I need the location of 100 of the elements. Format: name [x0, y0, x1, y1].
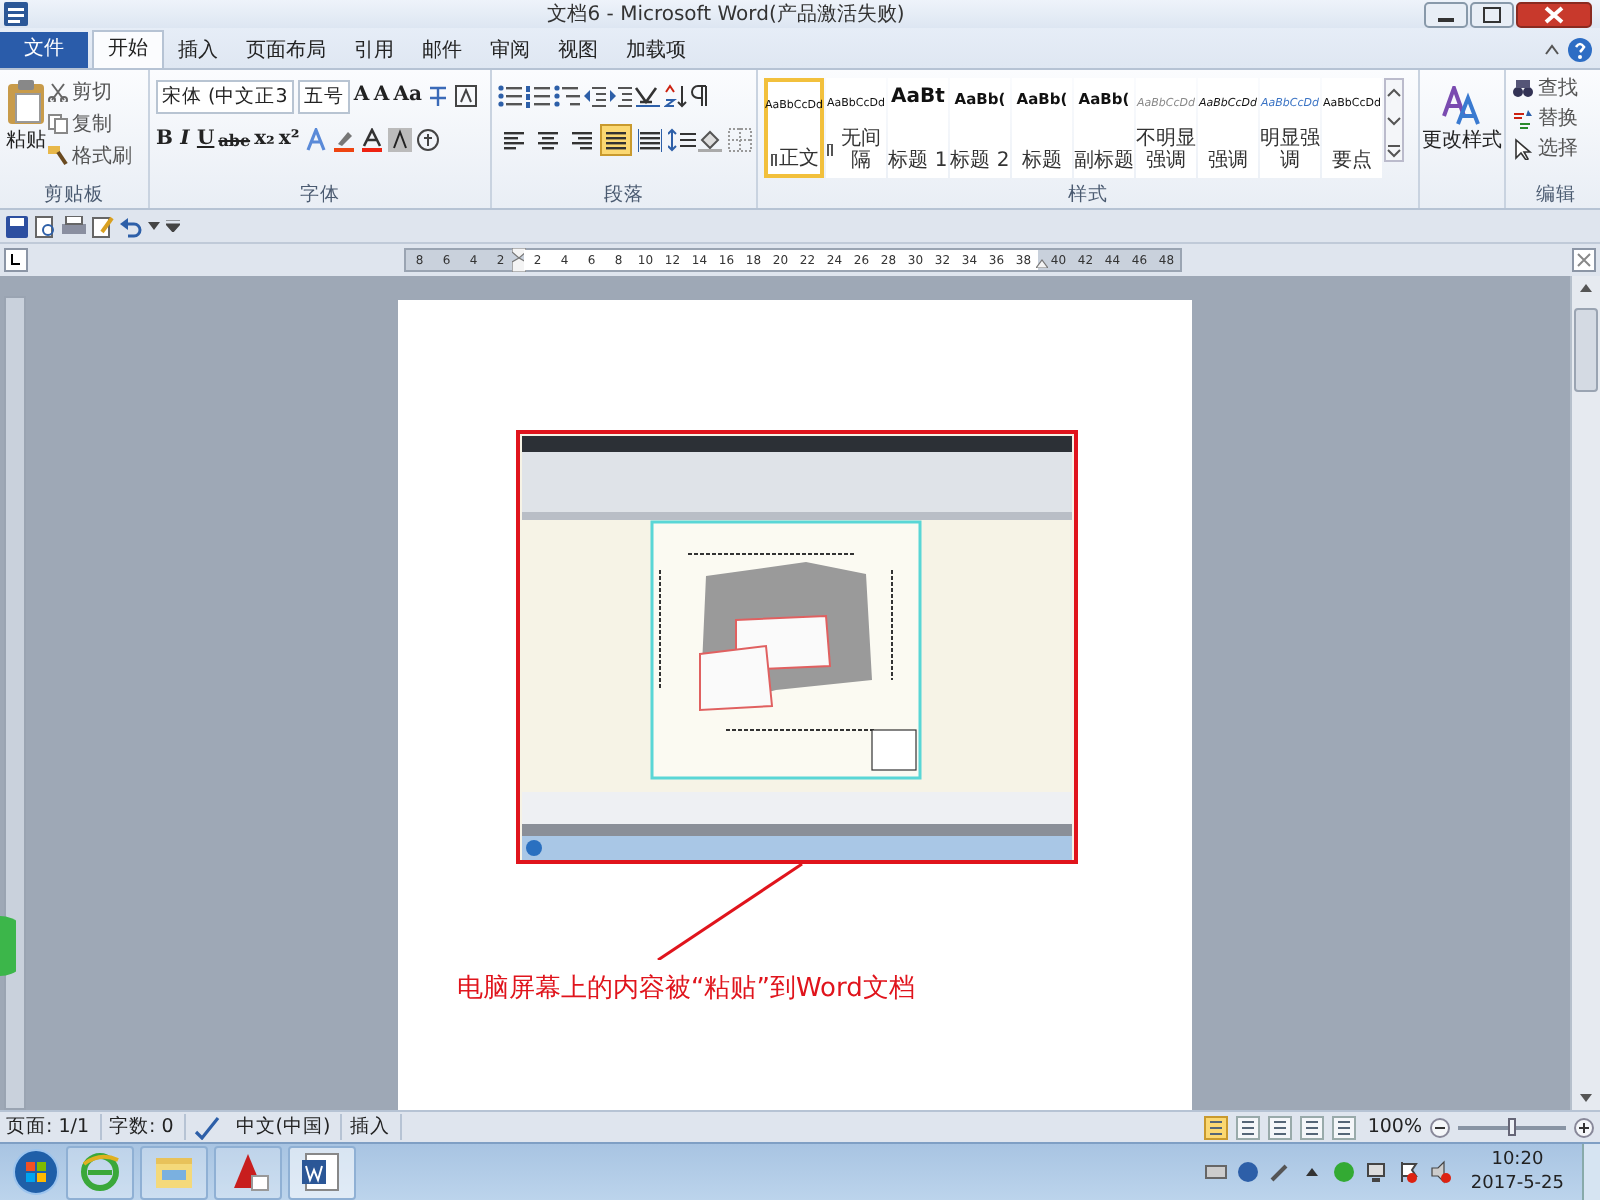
group-label: 剪贴板 [44, 184, 104, 206]
format-button[interactable]: x₂ [254, 126, 275, 154]
reading-layout-icon[interactable] [1235, 1115, 1260, 1139]
web-layout-icon[interactable] [1267, 1115, 1292, 1139]
ribbon-tab[interactable]: 引用 [340, 34, 408, 68]
editing-button[interactable]: 查找 [1512, 74, 1600, 102]
char-border-icon[interactable] [454, 84, 479, 108]
numbering-icon[interactable] [526, 84, 552, 108]
keyboard-icon[interactable] [1204, 1160, 1229, 1184]
proofing-icon[interactable] [193, 1115, 222, 1139]
network-icon[interactable] [1364, 1160, 1389, 1184]
increase-indent-icon[interactable] [608, 84, 632, 108]
line-spacing-icon[interactable] [668, 128, 696, 152]
letters-icon [1442, 86, 1482, 126]
shading-icon[interactable] [698, 128, 726, 152]
annotation-text: 电脑屏幕上的内容被“粘贴”到Word文档 [457, 972, 917, 1006]
paragraph-mark-icon[interactable] [690, 84, 710, 108]
bullets-icon[interactable] [498, 84, 524, 108]
group-label: 段落 [604, 184, 644, 206]
save-icon[interactable] [6, 215, 28, 237]
ribbon-tab[interactable]: 视图 [544, 34, 612, 68]
clipboard-button[interactable]: 复制 [48, 110, 132, 138]
editing-button[interactable]: 选择 [1512, 134, 1600, 162]
clock-date[interactable]: 2017-5-25 [1470, 1172, 1564, 1196]
font-color-icon[interactable] [359, 128, 384, 152]
align-center-icon [536, 128, 560, 152]
replace-icon [1512, 107, 1534, 129]
align-left-icon [502, 128, 526, 152]
align-right-icon [570, 128, 594, 152]
dropdown-icon[interactable] [148, 222, 160, 230]
minimize-icon[interactable] [1424, 1, 1468, 27]
ribbon-tab[interactable]: 页面布局 [232, 34, 340, 68]
format-button[interactable]: U [196, 126, 215, 154]
enclose-char-icon[interactable] [415, 128, 440, 152]
zoom-level[interactable]: 100% [1367, 1116, 1422, 1138]
highlight-icon[interactable] [331, 128, 356, 152]
ribbon-tab[interactable]: 插入 [164, 34, 232, 68]
indent-marker-icon[interactable] [512, 248, 526, 272]
ribbon-tab[interactable]: 加载项 [612, 34, 700, 68]
print-icon[interactable] [62, 215, 86, 237]
view-ruler-icon[interactable] [1572, 248, 1596, 272]
shrink-font-button[interactable]: A [373, 82, 390, 110]
file-tab[interactable]: 文件 [0, 32, 88, 68]
outline-icon[interactable] [1299, 1115, 1324, 1139]
sort-icon[interactable] [664, 84, 688, 108]
phonetic-icon[interactable] [426, 84, 451, 108]
grow-font-button[interactable]: A [353, 82, 370, 110]
clipboard-button[interactable]: 剪切 [48, 78, 132, 106]
format-button[interactable]: abe [218, 126, 251, 154]
clock-time[interactable]: 10:20 [1470, 1148, 1564, 1172]
binoculars-icon [1512, 77, 1534, 99]
zoom-out-icon[interactable] [1430, 1117, 1450, 1137]
ribbon-tab[interactable]: 开始 [92, 30, 164, 68]
format-button[interactable]: B [156, 126, 173, 154]
change-case-button[interactable]: Aa [393, 82, 423, 110]
format-button[interactable]: x² [278, 126, 300, 154]
clipboard-button[interactable]: 格式刷 [48, 142, 132, 170]
close-icon[interactable] [1516, 1, 1592, 27]
status-item[interactable]: 页面: 1/1 [6, 1114, 102, 1140]
vertical-scrollbar[interactable] [1570, 276, 1600, 1110]
customize-icon[interactable] [166, 220, 180, 232]
char-shading-icon[interactable] [387, 128, 412, 152]
print-preview-icon[interactable] [34, 215, 56, 237]
style-item[interactable]: AaBt 标题 1 [888, 78, 948, 178]
pen-icon[interactable] [1268, 1160, 1293, 1184]
status-item[interactable]: 插入 [350, 1114, 403, 1140]
window-title: 文档6 - Microsoft Word(产品激活失败) [545, 1, 907, 28]
gallery-scroll-icon[interactable] [1384, 78, 1404, 162]
format-button[interactable]: I [176, 126, 193, 154]
multilevel-list-icon[interactable] [554, 84, 580, 108]
maximize-icon[interactable] [1470, 1, 1514, 27]
flag-icon[interactable] [1396, 1160, 1421, 1184]
brush-icon [48, 146, 68, 166]
taskbar-app[interactable] [288, 1145, 356, 1199]
edit-document-icon[interactable] [92, 215, 114, 237]
collapse-ribbon-icon[interactable] [1544, 42, 1560, 58]
scroll-thumb[interactable] [1574, 308, 1598, 392]
start-orb-icon[interactable] [12, 1148, 60, 1196]
ribbon-tab[interactable]: 审阅 [476, 34, 544, 68]
tab-selector-icon[interactable] [4, 248, 28, 272]
editing-button[interactable]: 替换 [1512, 104, 1600, 132]
zoom-slider-thumb[interactable] [1508, 1117, 1516, 1135]
taskbar-app[interactable] [214, 1145, 282, 1199]
change-styles-button[interactable]: 更改样式 [1422, 74, 1502, 152]
align-justify-button[interactable] [600, 124, 632, 156]
undo-icon[interactable] [120, 215, 142, 237]
zoom-in-icon[interactable] [1574, 1117, 1594, 1137]
paste-button[interactable]: 粘贴 [6, 74, 46, 182]
font-size-field[interactable]: 五号 [297, 79, 350, 113]
text-effect-icon[interactable] [303, 128, 328, 152]
print-layout-icon[interactable] [1203, 1115, 1228, 1139]
speaker-icon[interactable] [1428, 1160, 1453, 1184]
draft-icon[interactable] [1331, 1115, 1356, 1139]
font-name-field[interactable]: 宋体 (中文正3 [156, 79, 294, 113]
align-distributed-button[interactable] [634, 124, 666, 156]
decrease-indent-icon[interactable] [582, 84, 606, 108]
chinese-layout-icon[interactable] [634, 84, 662, 108]
status-item[interactable]: 字数: 0 [109, 1114, 186, 1140]
ribbon-tab[interactable]: 邮件 [408, 34, 476, 68]
status-item[interactable]: 中文(中国) [235, 1114, 343, 1140]
